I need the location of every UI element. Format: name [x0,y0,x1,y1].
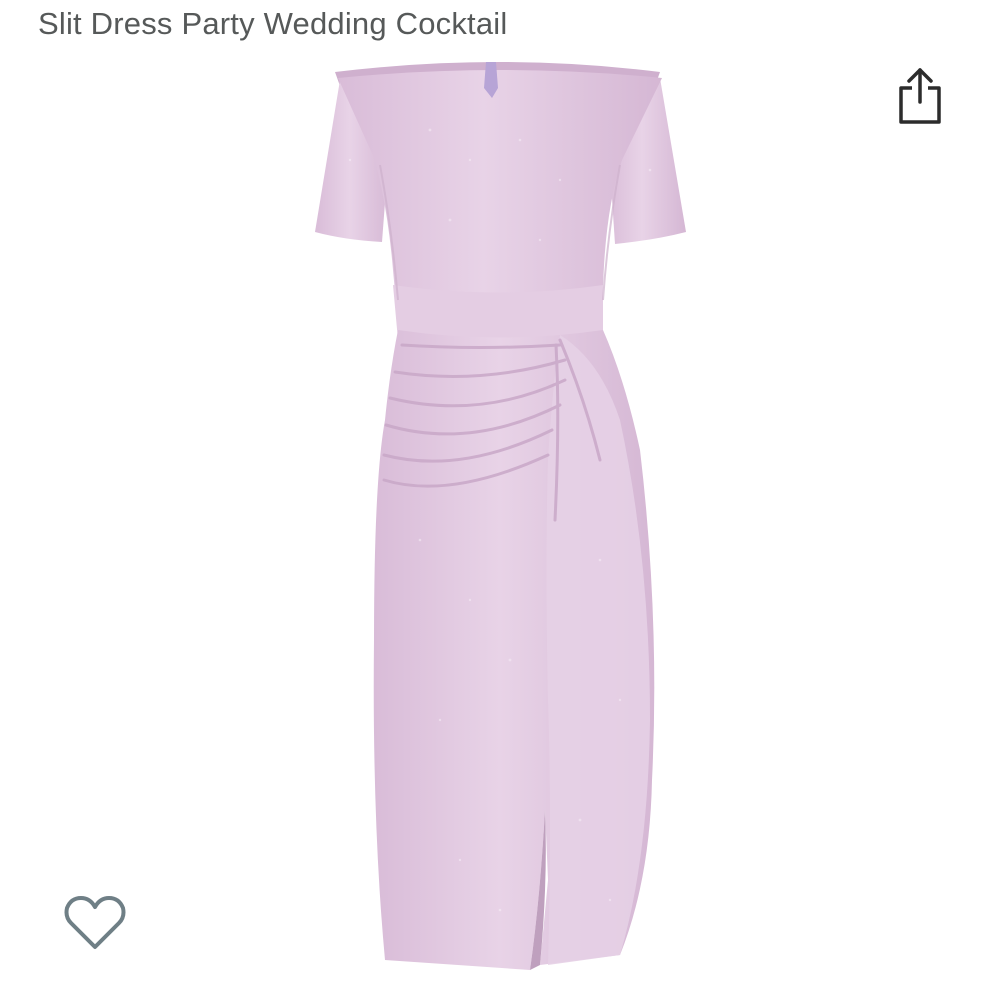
heart-outline-icon [64,896,126,949]
wishlist-button[interactable] [63,893,127,953]
share-icon [899,68,941,124]
share-button[interactable] [895,66,945,126]
product-title: Slit Dress Party Wedding Cocktail [38,6,508,41]
dress-image [315,62,686,970]
product-image[interactable] [290,50,710,990]
